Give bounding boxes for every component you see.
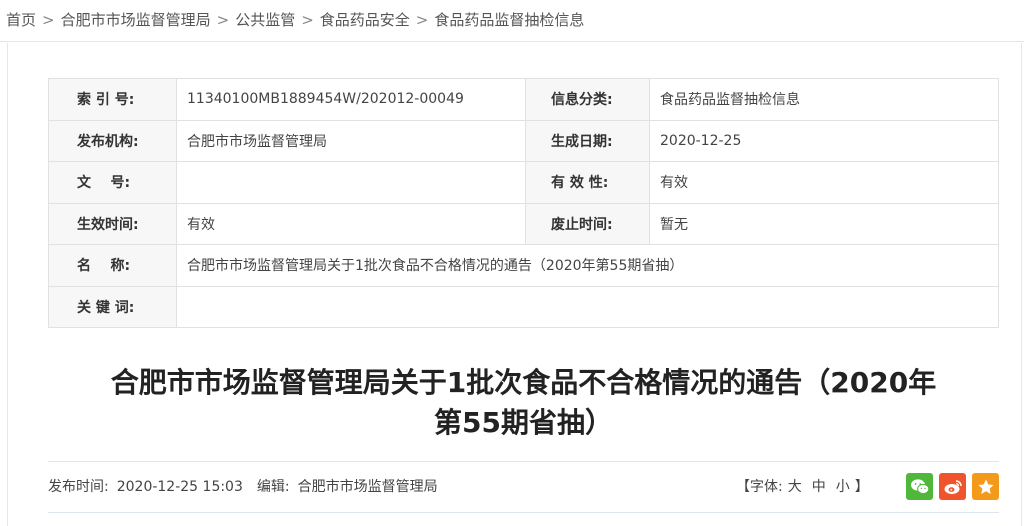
index-number-value: 11340100MB1889454W/202012-00049 — [176, 78, 526, 121]
repeal-time-label: 废止时间: — [525, 202, 650, 245]
breadcrumb-separator: > — [301, 11, 314, 29]
name-value: 合肥市市场监督管理局关于1批次食品不合格情况的通告（2020年第55期省抽） — [176, 244, 999, 287]
index-number-label: 索 引 号: — [48, 78, 177, 121]
breadcrumb-food-drug-safety-link[interactable]: 食品药品安全 — [320, 11, 410, 29]
created-date-value: 2020-12-25 — [649, 119, 999, 162]
breadcrumb-separator: > — [42, 11, 55, 29]
created-date-label: 生成日期: — [525, 119, 650, 162]
breadcrumb-home-link[interactable]: 首页 — [6, 11, 36, 29]
publisher-label: 发布机构: — [48, 119, 177, 162]
wechat-icon — [910, 478, 929, 494]
category-value: 食品药品监督抽检信息 — [649, 78, 999, 121]
publish-time-value: 2020-12-25 15:03 — [116, 479, 243, 495]
effective-time-value: 有效 — [176, 202, 526, 245]
keywords-value — [176, 285, 999, 328]
article-title-line1: 合肥市市场监督管理局关于1批次食品不合格情况的通告（2020年 — [110, 366, 937, 399]
table-row: 发布机构: 合肥市市场监督管理局 生成日期: 2020-12-25 — [48, 119, 999, 162]
breadcrumb: 首页 > 合肥市市场监督管理局 > 公共监管 > 食品药品安全 > 食品药品监督抽检信息 — [0, 0, 1024, 42]
editor-label: 编辑: — [256, 479, 290, 495]
breadcrumb-bureau-link[interactable]: 合肥市市场监督管理局 — [61, 11, 211, 29]
weibo-icon — [944, 479, 962, 494]
breadcrumb-inspection-info-link[interactable]: 食品药品监督抽检信息 — [434, 11, 584, 29]
article-info-bar: 发布时间: 2020-12-25 15:03 编辑: 合肥市市场监督管理局 【字体: 大… — [48, 461, 999, 513]
wechat-share-button[interactable] — [906, 473, 933, 500]
repeal-time-value: 暂无 — [649, 202, 999, 245]
article-content: 索 引 号: 11340100MB1889454W/202012-00049 信… — [7, 43, 1022, 526]
keywords-label: 关 键 词: — [48, 285, 177, 328]
table-row: 名 称: 合肥市市场监督管理局关于1批次食品不合格情况的通告（2020年第55期… — [48, 244, 999, 287]
article-title: 合肥市市场监督管理局关于1批次食品不合格情况的通告（2020年 第55期省抽） — [48, 363, 999, 443]
validity-value: 有效 — [649, 161, 999, 204]
metadata-table: 索 引 号: 11340100MB1889454W/202012-00049 信… — [48, 78, 999, 328]
name-label: 名 称: — [48, 244, 177, 287]
font-size-medium-button[interactable]: 中 — [812, 479, 826, 495]
breadcrumb-public-supervision-link[interactable]: 公共监管 — [235, 11, 295, 29]
breadcrumb-separator: > — [216, 11, 230, 29]
table-row: 关 键 词: — [48, 285, 999, 328]
category-label: 信息分类: — [525, 78, 650, 121]
effective-time-label: 生效时间: — [48, 202, 177, 245]
font-size-small-button[interactable]: 小 — [836, 479, 850, 495]
font-size-switcher: 【字体: 大中小】 — [736, 462, 869, 512]
document-number-label: 文 号: — [48, 161, 177, 204]
font-size-close-label: 】 — [854, 479, 869, 495]
favorite-icon — [977, 479, 994, 494]
article-title-line2: 第55期省抽） — [434, 406, 613, 439]
font-size-large-button[interactable]: 大 — [788, 479, 802, 495]
publisher-value: 合肥市市场监督管理局 — [176, 119, 526, 162]
editor-value: 合肥市市场监督管理局 — [297, 479, 438, 495]
table-row: 生效时间: 有效 废止时间: 暂无 — [48, 202, 999, 245]
validity-label: 有 效 性: — [525, 161, 650, 204]
weibo-share-button[interactable] — [939, 473, 966, 500]
font-size-open-label: 【字体: — [736, 479, 783, 495]
share-buttons — [906, 473, 999, 500]
publish-time-label: 发布时间: — [48, 479, 109, 495]
document-number-value — [176, 161, 526, 204]
table-row: 文 号: 有 效 性: 有效 — [48, 161, 999, 204]
table-row: 索 引 号: 11340100MB1889454W/202012-00049 信… — [48, 78, 999, 121]
favorite-share-button[interactable] — [972, 473, 999, 500]
breadcrumb-separator: > — [415, 11, 429, 29]
